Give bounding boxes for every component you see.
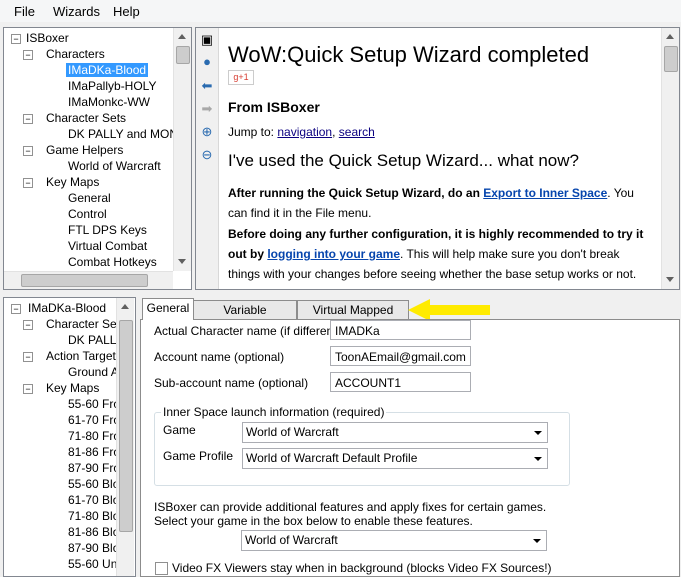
collapse-icon[interactable]: − bbox=[23, 384, 33, 394]
browser-vertical-scrollbar[interactable] bbox=[661, 28, 679, 289]
scroll-thumb[interactable] bbox=[664, 46, 678, 72]
menu-bar: File Wizards Help bbox=[0, 0, 681, 22]
game-profile-label: Game Profile bbox=[163, 449, 234, 463]
splitter[interactable] bbox=[0, 291, 681, 294]
collapse-icon[interactable]: − bbox=[23, 146, 33, 156]
scroll-down-icon[interactable] bbox=[666, 277, 674, 282]
tab-general[interactable]: General bbox=[142, 298, 194, 320]
tree-game-helper[interactable]: World of Warcraft bbox=[68, 158, 161, 174]
tree-key-maps[interactable]: Key Maps bbox=[46, 380, 99, 396]
subaccount-input[interactable]: ACCOUNT1 bbox=[330, 372, 471, 392]
page-title: WoW:Quick Setup Wizard completed bbox=[228, 42, 590, 67]
tree-character-selected[interactable]: IMaDKa-Blood bbox=[66, 62, 149, 78]
navigation-link[interactable]: navigation bbox=[277, 125, 332, 139]
paragraph-login: Before doing any further configuration, … bbox=[228, 227, 644, 281]
general-tab-page: Actual Character name (if different) IMA… bbox=[140, 319, 680, 577]
scroll-thumb[interactable] bbox=[176, 46, 190, 64]
video-fx-label: Video FX Viewers stay when in background… bbox=[172, 561, 552, 575]
section-heading: I've used the Quick Setup Wizard... what… bbox=[228, 151, 579, 170]
tree-action-target[interactable]: Action Target bbox=[46, 348, 116, 364]
tree-key-map[interactable]: Combat Hotkeys bbox=[68, 254, 157, 270]
chevron-down-icon bbox=[534, 431, 542, 435]
login-link[interactable]: logging into your game bbox=[267, 247, 400, 261]
scroll-thumb[interactable] bbox=[21, 274, 148, 287]
scroll-up-icon[interactable] bbox=[666, 34, 674, 39]
character-tree[interactable]: − IMaDKa-Blood − Character Set DK PALLY … bbox=[3, 297, 136, 577]
search-link[interactable]: search bbox=[339, 125, 375, 139]
zoom-out-icon[interactable]: ⊖ bbox=[199, 147, 215, 163]
wiki-browser: ▣ ● ⬅ ➡ ⊕ ⊖ WoW:Quick Setup Wizard compl… bbox=[195, 27, 680, 290]
collapse-icon[interactable]: − bbox=[23, 178, 33, 188]
actual-name-input[interactable]: IMADKa bbox=[330, 320, 471, 340]
subaccount-label: Sub-account name (optional) bbox=[154, 376, 309, 390]
scroll-up-icon[interactable] bbox=[178, 34, 186, 39]
tree-game-helpers[interactable]: Game Helpers bbox=[46, 142, 123, 158]
menu-wizards[interactable]: Wizards bbox=[53, 4, 100, 19]
video-fx-checkbox[interactable] bbox=[155, 562, 168, 575]
chat-icon[interactable]: ● bbox=[199, 54, 215, 70]
tree-key-maps[interactable]: Key Maps bbox=[46, 174, 99, 190]
tree-character[interactable]: IMaMonkc-WW bbox=[68, 94, 150, 110]
tab-virtual-mapped-keys[interactable]: Virtual Mapped Keys bbox=[297, 300, 409, 335]
browser-toolbar: ▣ ● ⬅ ➡ ⊕ ⊖ bbox=[196, 28, 219, 289]
config-tree[interactable]: − ISBoxer − Characters IMaDKa-Blood IMaP… bbox=[3, 27, 192, 290]
tree-key-map[interactable]: Virtual Combat bbox=[68, 238, 147, 254]
tree-root[interactable]: ISBoxer bbox=[26, 30, 69, 46]
collapse-icon[interactable]: − bbox=[23, 352, 33, 362]
collapse-icon[interactable]: − bbox=[23, 50, 33, 60]
features-description: ISBoxer can provide additional features … bbox=[154, 500, 547, 528]
home-icon[interactable]: ▣ bbox=[199, 32, 215, 48]
game-profile-select[interactable]: World of Warcraft Default Profile bbox=[242, 448, 548, 469]
forward-arrow-icon[interactable]: ➡ bbox=[199, 101, 215, 117]
jump-to: Jump to: navigation, search bbox=[228, 125, 375, 139]
tree-vertical-scrollbar[interactable] bbox=[116, 298, 134, 576]
tree-horizontal-scrollbar[interactable] bbox=[4, 271, 173, 289]
account-input[interactable]: ToonAEmail@gmail.com bbox=[330, 346, 471, 366]
tree-item[interactable]: Ground Ai bbox=[68, 364, 121, 380]
jump-separator: , bbox=[332, 125, 336, 139]
scroll-down-icon[interactable] bbox=[178, 259, 186, 264]
tree-characters[interactable]: Characters bbox=[46, 46, 105, 62]
tree-character[interactable]: IMaPallyb-HOLY bbox=[68, 78, 156, 94]
tree-key-map[interactable]: General bbox=[68, 190, 111, 206]
zoom-in-icon[interactable]: ⊕ bbox=[199, 124, 215, 140]
google-plus-button[interactable]: g+1 bbox=[228, 70, 254, 85]
chevron-down-icon bbox=[533, 539, 541, 543]
tree-root[interactable]: IMaDKa-Blood bbox=[28, 300, 106, 316]
game-select[interactable]: World of Warcraft bbox=[242, 422, 548, 443]
collapse-icon[interactable]: − bbox=[11, 34, 21, 44]
tree-character-set[interactable]: Character Set bbox=[46, 316, 120, 332]
tree-character-set[interactable]: DK PALLY and MONK bbox=[68, 126, 186, 142]
menu-help[interactable]: Help bbox=[113, 4, 140, 19]
launch-info-title: Inner Space launch information (required… bbox=[161, 405, 387, 419]
menu-file[interactable]: File bbox=[14, 4, 35, 19]
features-game-select[interactable]: World of Warcraft bbox=[241, 530, 547, 551]
account-label: Account name (optional) bbox=[154, 350, 285, 364]
export-link[interactable]: Export to Inner Space bbox=[483, 186, 607, 200]
tree-key-map[interactable]: FTL DPS Keys bbox=[68, 222, 147, 238]
collapse-icon[interactable]: − bbox=[23, 114, 33, 124]
scroll-thumb[interactable] bbox=[119, 320, 133, 532]
back-arrow-icon[interactable]: ⬅ bbox=[199, 78, 215, 94]
actual-name-label: Actual Character name (if different) bbox=[154, 324, 341, 338]
from-isboxer: From ISBoxer bbox=[228, 99, 320, 115]
tree-vertical-scrollbar[interactable] bbox=[173, 28, 191, 271]
page-content: WoW:Quick Setup Wizard completed g+1 Fro… bbox=[228, 28, 658, 289]
chevron-down-icon bbox=[534, 457, 542, 461]
tree-key-map[interactable]: Control bbox=[68, 206, 107, 222]
scroll-up-icon[interactable] bbox=[121, 304, 129, 309]
collapse-icon[interactable]: − bbox=[11, 304, 21, 314]
tree-character-sets[interactable]: Character Sets bbox=[46, 110, 126, 126]
tab-variable-keystrokes[interactable]: Variable Keystrokes bbox=[193, 300, 297, 335]
game-label: Game bbox=[163, 423, 196, 437]
jump-prefix: Jump to: bbox=[228, 125, 275, 139]
collapse-icon[interactable]: − bbox=[23, 320, 33, 330]
launch-info-group: Inner Space launch information (required… bbox=[154, 405, 570, 486]
paragraph-export: After running the Quick Setup Wizard, do… bbox=[228, 186, 634, 220]
